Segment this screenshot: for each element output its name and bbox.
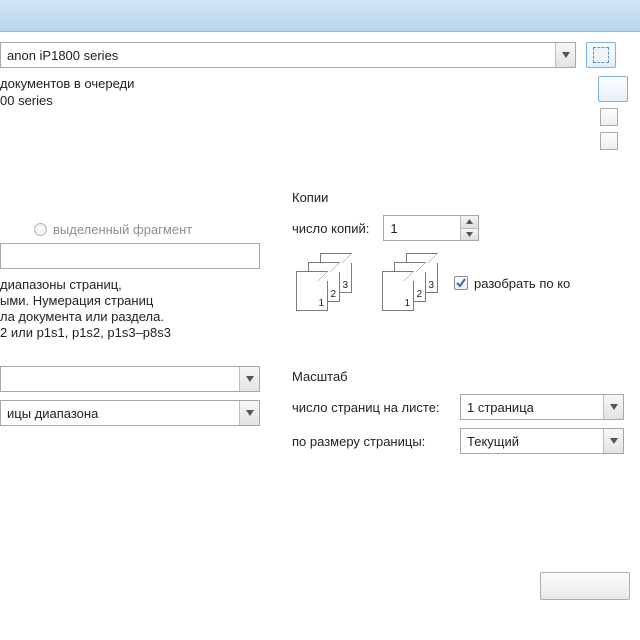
print-what-select[interactable] — [0, 366, 260, 392]
fit-to-size-label: по размеру страницы: — [292, 434, 452, 449]
range-help-3: ла документа или раздела. — [0, 309, 268, 324]
spin-up-button[interactable] — [460, 216, 478, 228]
pages-per-sheet-select[interactable]: 1 страница — [460, 394, 624, 420]
footer-button[interactable] — [540, 572, 630, 600]
radio-icon — [34, 223, 47, 236]
copies-value: 1 — [390, 221, 397, 236]
status-row: документов в очереди 00 series — [0, 74, 628, 156]
middle-area: выделенный фрагмент диапазоны страниц, ы… — [0, 190, 628, 458]
printer-select-text: anon iP1800 series — [7, 48, 118, 63]
pages-per-sheet-label: число страниц на листе: — [292, 400, 452, 415]
radio-selection[interactable]: выделенный фрагмент — [34, 222, 268, 237]
spin-down-button[interactable] — [460, 228, 478, 241]
side-checkbox-1[interactable] — [600, 108, 618, 126]
range-help-2: ыми. Нумерация страниц — [0, 293, 268, 308]
copies-title: Копии — [292, 190, 628, 205]
chevron-down-icon — [239, 367, 259, 391]
side-checkbox-2[interactable] — [600, 132, 618, 150]
collate-label: разобрать по ко — [474, 276, 570, 291]
scale-wrap: Масштаб число страниц на листе: 1 страни… — [288, 369, 628, 458]
range-include-text: ицы диапазона — [7, 406, 98, 421]
fit-to-size-select[interactable]: Текущий — [460, 428, 624, 454]
right-column: Копии число копий: 1 — [282, 190, 628, 458]
range-help-4: 2 или p1s1, p1s2, p1s3–p8s3 — [0, 325, 268, 340]
copies-row: число копий: 1 — [292, 215, 624, 241]
printer-properties-icon — [593, 47, 609, 63]
collate-illustration: 3 2 1 3 2 1 — [296, 253, 438, 313]
radio-selection-label: выделенный фрагмент — [53, 222, 192, 237]
checkbox-icon — [454, 276, 468, 290]
side-button-1[interactable] — [598, 76, 628, 102]
pages-per-sheet-value: 1 страница — [467, 400, 534, 415]
printer-select[interactable]: anon iP1800 series — [0, 42, 576, 68]
printer-row: anon iP1800 series — [0, 42, 628, 68]
find-printer-button[interactable] — [586, 42, 616, 68]
page-stack-icon: 3 2 1 — [382, 253, 438, 313]
fit-to-size-value: Текущий — [467, 434, 519, 449]
collate-checkbox[interactable]: разобрать по ко — [454, 276, 570, 291]
chevron-down-icon — [239, 401, 259, 425]
checkmark-icon — [456, 276, 466, 291]
copies-wrap: Копии число копий: 1 — [288, 190, 628, 323]
printer-type: 00 series — [0, 93, 588, 108]
copies-group: число копий: 1 — [288, 215, 628, 323]
client-area: anon iP1800 series документов в очереди … — [0, 32, 640, 466]
chevron-down-icon — [603, 429, 623, 453]
page-range-input[interactable] — [0, 243, 260, 269]
printer-status: документов в очереди — [0, 76, 588, 91]
copies-spinner[interactable]: 1 — [383, 215, 479, 241]
range-help-1: диапазоны страниц, — [0, 277, 268, 292]
copies-count-label: число копий: — [292, 221, 369, 236]
print-dialog: anon iP1800 series документов в очереди … — [0, 0, 640, 640]
range-column: выделенный фрагмент диапазоны страниц, ы… — [0, 190, 268, 458]
scale-group: число страниц на листе: 1 страница по ра… — [288, 394, 628, 458]
chevron-down-icon — [603, 395, 623, 419]
page-stack-icon: 3 2 1 — [296, 253, 352, 313]
chevron-down-icon — [555, 43, 575, 67]
scale-title: Масштаб — [292, 369, 628, 384]
titlebar[interactable] — [0, 0, 640, 32]
range-include-select[interactable]: ицы диапазона — [0, 400, 260, 426]
